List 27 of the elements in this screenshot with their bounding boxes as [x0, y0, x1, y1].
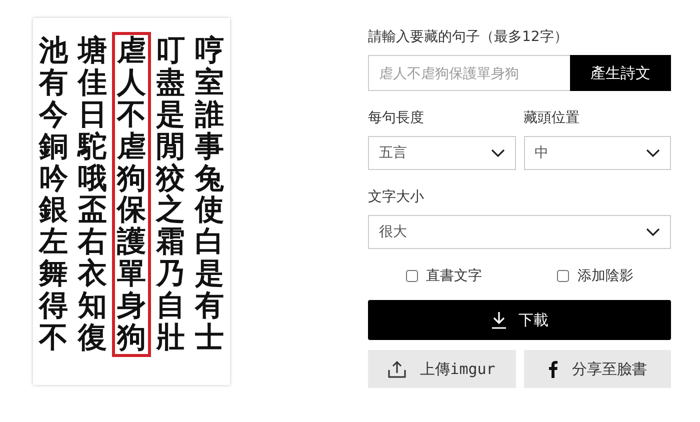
chevron-icon — [646, 148, 660, 158]
field-label: 文字大小 — [368, 188, 425, 206]
sentence-input-field[interactable]: 虐人不虐狗保護單身狗 — [368, 55, 570, 91]
dropdown[interactable]: 五言 — [368, 136, 516, 170]
field-label: 請輸入要藏的句子（最多12字） — [368, 28, 569, 46]
highlighted-poem-column: 虐人不虐狗保護單身狗 — [112, 32, 151, 357]
upload-icon — [388, 360, 406, 378]
poem-column: 塘佳日駝哦盃右衣知復 — [73, 32, 112, 357]
upload-button[interactable]: 上傳imgur — [368, 350, 516, 388]
dropdown[interactable]: 很大 — [368, 215, 671, 249]
poem-column: 叮盡是閒狡之霜乃自壯 — [151, 32, 190, 357]
poem-column: 池有今銅吟銀左舞得不 — [34, 32, 73, 357]
checkbox[interactable] — [406, 270, 418, 282]
chevron-icon — [490, 148, 504, 158]
download-button[interactable]: 下載 — [368, 300, 671, 340]
checkbox[interactable] — [557, 270, 570, 282]
field-label: 藏頭位置 — [524, 109, 580, 127]
checkbox-label: 直書文字 — [426, 267, 482, 285]
facebook-icon — [548, 360, 558, 378]
facebook-share-button[interactable]: 分享至臉書 — [524, 350, 671, 388]
checkbox-label: 添加陰影 — [577, 267, 634, 285]
poem-column: 哼室誰事兔使白是有士 — [190, 32, 229, 357]
generate-button[interactable]: 產生詩文 — [570, 55, 671, 91]
download-icon — [490, 311, 506, 329]
chevron-icon — [646, 228, 660, 236]
dropdown[interactable]: 中 — [524, 136, 671, 170]
field-label: 每句長度 — [368, 109, 425, 127]
